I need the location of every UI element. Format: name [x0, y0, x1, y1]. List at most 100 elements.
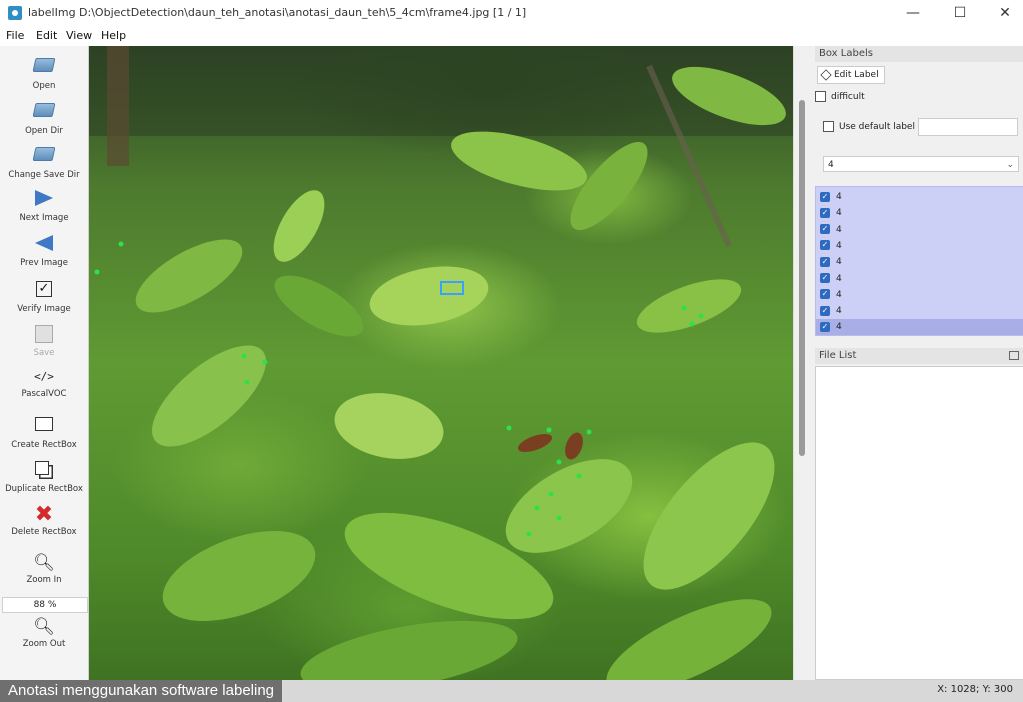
pencil-icon [820, 69, 832, 81]
label-list-item[interactable]: ✓ 4 [816, 287, 1023, 303]
next-image-button[interactable]: Next Image [0, 187, 88, 223]
window-title: labelImg D:\ObjectDetection\daun_teh_ano… [28, 6, 527, 19]
image-canvas[interactable] [89, 46, 793, 680]
zoom-out-label: Zoom Out [22, 639, 66, 649]
arrow-left-icon [33, 235, 55, 257]
label-item-checkbox[interactable]: ✓ [820, 321, 830, 332]
save-label: Save [33, 348, 55, 358]
label-item-checkbox[interactable]: ✓ [820, 273, 830, 283]
close-button[interactable]: ✕ [983, 0, 1023, 26]
open-label: Open [32, 81, 56, 91]
zoom-in-button[interactable]: 🔍︎ Zoom In [0, 552, 88, 585]
default-label-input[interactable] [918, 118, 1018, 136]
right-dock: Box Labels Edit Label difficult Use defa… [811, 46, 1023, 680]
duplicate-icon [33, 461, 55, 483]
difficult-label: difficult [831, 92, 865, 102]
label-list-item[interactable]: ✓ 4 [816, 303, 1023, 319]
arrow-right-icon [33, 190, 55, 212]
float-dock-icon[interactable] [1009, 351, 1019, 360]
create-rectbox-button[interactable]: Create RectBox [0, 412, 88, 450]
label-item-checkbox[interactable]: ✓ [820, 224, 830, 235]
label-list-item[interactable]: ✓ 4 [816, 222, 1023, 238]
edit-label-text: Edit Label [834, 70, 879, 80]
label-item-text: 4 [836, 306, 842, 317]
label-combo-box[interactable]: 4 ⌄ [823, 156, 1019, 172]
create-rectbox-label: Create RectBox [11, 440, 77, 450]
menu-help[interactable]: Help [101, 29, 126, 42]
edit-label-button[interactable]: Edit Label [817, 66, 885, 84]
menu-bar: File Edit View Help [0, 26, 1023, 47]
file-list-title: File List [815, 348, 1023, 364]
label-list-item[interactable]: ✓ 4 [816, 319, 1023, 336]
box-label-list[interactable]: ✓ 4 ✓ 4 ✓ 4 ✓ 4 ✓ 4 ✓ 4 ✓ 4 ✓ 4 ✓ 4 [815, 186, 1023, 336]
label-item-text: 4 [836, 322, 842, 333]
format-toggle-button[interactable]: </> PascalVOC [0, 366, 88, 399]
label-item-checkbox[interactable]: ✓ [820, 256, 830, 267]
label-item-checkbox[interactable]: ✓ [820, 305, 830, 316]
label-item-checkbox[interactable]: ✓ [820, 240, 830, 251]
minimize-button[interactable]: — [891, 0, 935, 26]
delete-x-icon: ✖ [34, 502, 54, 527]
chevron-down-icon: ⌄ [1006, 160, 1014, 170]
verify-image-label: Verify Image [17, 304, 71, 314]
menu-edit[interactable]: Edit [36, 29, 57, 42]
label-item-text: 4 [836, 240, 842, 251]
label-item-text: 4 [836, 224, 842, 235]
tea-leaf-photo [89, 46, 793, 680]
cursor-coordinates: X: 1028; Y: 300 [937, 684, 1013, 695]
box-labels-title: Box Labels [815, 46, 1023, 62]
menu-view[interactable]: View [66, 29, 92, 42]
use-default-label-text: Use default label [839, 122, 915, 132]
label-item-checkbox[interactable]: ✓ [820, 207, 830, 218]
menu-file[interactable]: File [6, 29, 24, 42]
label-list-item[interactable]: ✓ 4 [816, 254, 1023, 270]
folder-icon [32, 103, 56, 125]
prev-image-button[interactable]: Prev Image [0, 232, 88, 268]
label-item-text: 4 [836, 289, 842, 300]
verify-image-button[interactable]: ✓ Verify Image [0, 278, 88, 314]
file-list-panel[interactable] [815, 366, 1023, 680]
scrollbar-thumb[interactable] [799, 100, 805, 456]
save-button[interactable]: Save [0, 322, 88, 358]
title-bar: labelImg D:\ObjectDetection\daun_teh_ano… [0, 0, 1023, 26]
duplicate-rectbox-button[interactable]: Duplicate RectBox [0, 457, 88, 494]
open-dir-label: Open Dir [25, 126, 63, 136]
delete-rectbox-button[interactable]: ✖ Delete RectBox [0, 502, 88, 538]
use-default-label-checkbox[interactable] [823, 121, 834, 132]
folder-icon [32, 147, 56, 169]
difficult-checkbox[interactable] [815, 91, 826, 102]
file-list-title-text: File List [819, 350, 857, 361]
label-list-item[interactable]: ✓ 4 [816, 238, 1023, 254]
label-list-item[interactable]: ✓ 4 [816, 189, 1023, 205]
zoom-out-icon: 🔍︎ [33, 617, 55, 637]
save-icon [33, 325, 55, 347]
label-item-text: 4 [836, 257, 842, 268]
format-label: PascalVOC [21, 389, 67, 399]
zoom-level-field[interactable]: 88 % [2, 597, 88, 613]
open-button[interactable]: Open [0, 54, 88, 91]
label-item-text: 4 [836, 192, 842, 202]
prev-image-label: Prev Image [20, 258, 68, 268]
label-item-text: 4 [836, 208, 842, 219]
next-image-label: Next Image [19, 213, 69, 223]
maximize-button[interactable]: ☐ [938, 0, 982, 26]
toolbar: Open Open Dir Change Save Dir Next Image… [0, 46, 89, 680]
checkmark-icon: ✓ [33, 281, 55, 303]
use-default-label-row[interactable]: Use default label [823, 121, 915, 132]
zoom-in-label: Zoom In [26, 575, 62, 585]
change-save-dir-button[interactable]: Change Save Dir [0, 143, 88, 180]
label-list-item[interactable]: ✓ 4 [816, 205, 1023, 221]
difficult-row[interactable]: difficult [815, 91, 865, 102]
code-icon: </> [34, 370, 54, 383]
figure-caption: Anotasi menggunakan software labeling [0, 680, 283, 702]
open-dir-button[interactable]: Open Dir [0, 99, 88, 136]
label-list-item[interactable]: ✓ 4 [816, 271, 1023, 287]
change-save-dir-label: Change Save Dir [8, 170, 80, 180]
labelimg-app-icon [8, 6, 22, 20]
folder-icon [32, 58, 56, 80]
zoom-out-button[interactable]: 🔍︎ Zoom Out [0, 616, 88, 649]
label-item-checkbox[interactable]: ✓ [820, 289, 830, 300]
label-combo-value: 4 [828, 160, 834, 170]
canvas-vertical-scrollbar[interactable] [793, 46, 810, 680]
label-item-checkbox[interactable]: ✓ [820, 191, 830, 202]
